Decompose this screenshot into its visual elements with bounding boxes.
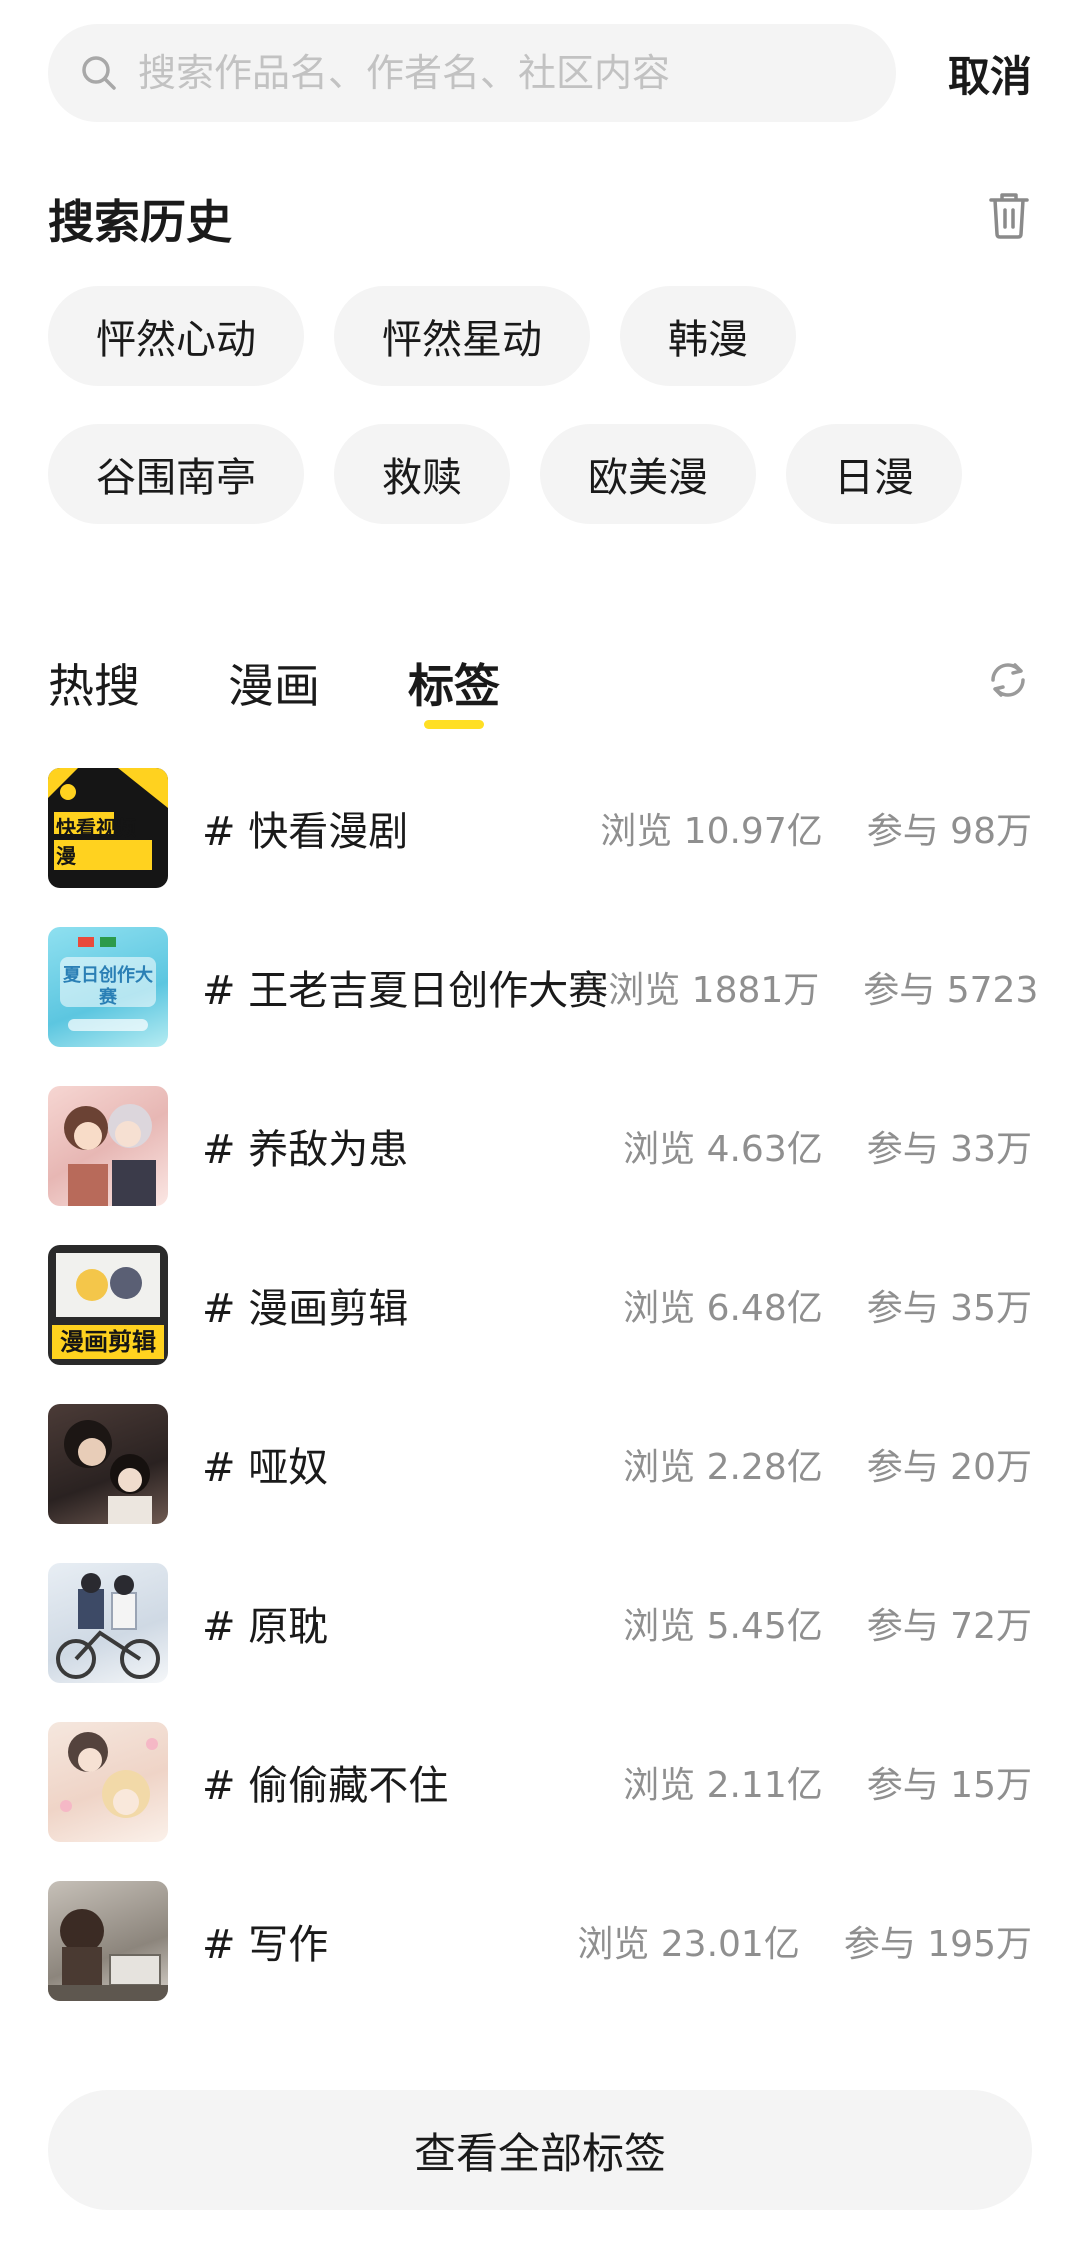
tag-participants: 参与 33万 xyxy=(866,1129,1032,1170)
tab-comics[interactable]: 漫画 xyxy=(228,650,408,716)
history-chip[interactable]: 谷围南亭 xyxy=(48,424,304,524)
tag-thumbnail xyxy=(48,1086,168,1206)
history-chip-row-2: 谷围南亭 救赎 欧美漫 日漫 xyxy=(48,424,962,524)
tag-thumbnail xyxy=(48,1881,168,2001)
tag-name: # 养敌为患 xyxy=(202,1127,409,1173)
tab-label: 热搜 xyxy=(48,659,140,713)
tag-name: # 快看漫剧 xyxy=(202,809,409,855)
thumb-caption: 快看视频漫 xyxy=(56,816,136,868)
search-box[interactable] xyxy=(48,24,896,122)
tag-thumbnail: 快看视频漫 xyxy=(48,768,168,888)
tag-participants: 参与 195万 xyxy=(843,1924,1032,1965)
tag-thumbnail: 漫画剪辑 xyxy=(48,1245,168,1365)
tag-participants: 参与 98万 xyxy=(866,811,1032,852)
search-icon xyxy=(78,52,120,94)
history-chip-row-1: 怦然心动 怦然星动 韩漫 xyxy=(48,286,796,386)
view-all-tags-button[interactable]: 查看全部标签 xyxy=(48,2090,1032,2210)
tag-row[interactable]: 漫画剪辑 # 漫画剪辑 浏览 6.48亿 参与 35万 xyxy=(48,1245,1032,1365)
search-history-title: 搜索历史 xyxy=(48,195,232,249)
tag-views: 浏览 4.63亿 xyxy=(623,1129,823,1170)
tag-row[interactable]: 夏日创作大赛 # 王老吉夏日创作大赛 浏览 1881万 参与 5723 xyxy=(48,927,1038,1047)
search-page: 取消 搜索历史 怦然心动 怦然星动 韩漫 谷围南亭 救赎 欧美漫 日漫 热搜 漫… xyxy=(0,0,1080,2257)
tab-hot-search[interactable]: 热搜 xyxy=(48,650,228,716)
tag-row[interactable]: 快看视频漫 # 快看漫剧 浏览 10.97亿 参与 98万 xyxy=(48,768,1032,888)
tag-name: # 写作 xyxy=(202,1922,329,1968)
tag-thumbnail: 夏日创作大赛 xyxy=(48,927,168,1047)
tab-bar: 热搜 漫画 标签 xyxy=(48,650,500,729)
tag-stats: 浏览 10.97亿 参与 98万 xyxy=(600,802,1032,854)
tag-views: 浏览 6.48亿 xyxy=(623,1288,823,1329)
thumb-caption: 漫画剪辑 xyxy=(60,1328,156,1356)
tab-tags[interactable]: 标签 xyxy=(408,650,500,729)
tag-stats: 浏览 5.45亿 参与 72万 xyxy=(623,1597,1032,1649)
tag-thumbnail xyxy=(48,1722,168,1842)
tag-views: 浏览 23.01亿 xyxy=(577,1924,800,1965)
tag-stats: 浏览 6.48亿 参与 35万 xyxy=(623,1279,1032,1331)
tag-views: 浏览 2.28亿 xyxy=(623,1447,823,1488)
tag-row[interactable]: # 写作 浏览 23.01亿 参与 195万 xyxy=(48,1881,1032,2001)
active-tab-indicator xyxy=(424,720,484,729)
history-chip[interactable]: 救赎 xyxy=(334,424,510,524)
cancel-button[interactable]: 取消 xyxy=(948,43,1032,104)
tag-views: 浏览 1881万 xyxy=(608,970,820,1011)
tag-thumbnail xyxy=(48,1563,168,1683)
tag-row[interactable]: # 原耽 浏览 5.45亿 参与 72万 xyxy=(48,1563,1032,1683)
tag-participants: 参与 15万 xyxy=(866,1765,1032,1806)
tag-row[interactable]: # 偷偷藏不住 浏览 2.11亿 参与 15万 xyxy=(48,1722,1032,1842)
search-input[interactable] xyxy=(138,51,838,95)
tag-name: # 偷偷藏不住 xyxy=(202,1763,449,1809)
tag-name: # 原耽 xyxy=(202,1604,329,1650)
tag-participants: 参与 20万 xyxy=(866,1447,1032,1488)
tag-row[interactable]: # 养敌为患 浏览 4.63亿 参与 33万 xyxy=(48,1086,1032,1206)
history-chip[interactable]: 日漫 xyxy=(786,424,962,524)
tag-views: 浏览 10.97亿 xyxy=(600,811,823,852)
tag-row[interactable]: # 哑奴 浏览 2.28亿 参与 20万 xyxy=(48,1404,1032,1524)
search-row: 取消 xyxy=(48,24,1032,122)
tag-stats: 浏览 1881万 参与 5723 xyxy=(608,961,1038,1013)
history-chip[interactable]: 怦然星动 xyxy=(334,286,590,386)
tag-participants: 参与 35万 xyxy=(866,1288,1032,1329)
tag-stats: 浏览 23.01亿 参与 195万 xyxy=(577,1915,1032,1967)
trash-icon[interactable] xyxy=(985,190,1033,240)
history-chip[interactable]: 欧美漫 xyxy=(540,424,756,524)
tag-stats: 浏览 2.28亿 参与 20万 xyxy=(623,1438,1032,1490)
refresh-icon[interactable] xyxy=(985,657,1031,703)
history-chip[interactable]: 韩漫 xyxy=(620,286,796,386)
tag-stats: 浏览 4.63亿 参与 33万 xyxy=(623,1120,1032,1172)
tab-label: 漫画 xyxy=(228,659,320,713)
tag-name: # 漫画剪辑 xyxy=(202,1286,409,1332)
history-chip[interactable]: 怦然心动 xyxy=(48,286,304,386)
tag-participants: 参与 5723 xyxy=(863,970,1039,1011)
tag-name: # 王老吉夏日创作大赛 xyxy=(202,968,609,1014)
tab-label: 标签 xyxy=(408,659,500,713)
tag-stats: 浏览 2.11亿 参与 15万 xyxy=(623,1756,1032,1808)
tag-participants: 参与 72万 xyxy=(866,1606,1032,1647)
tag-views: 浏览 5.45亿 xyxy=(623,1606,823,1647)
tag-thumbnail xyxy=(48,1404,168,1524)
tag-name: # 哑奴 xyxy=(202,1445,329,1491)
thumb-caption: 夏日创作大赛 xyxy=(63,965,153,1008)
tag-views: 浏览 2.11亿 xyxy=(623,1765,823,1806)
